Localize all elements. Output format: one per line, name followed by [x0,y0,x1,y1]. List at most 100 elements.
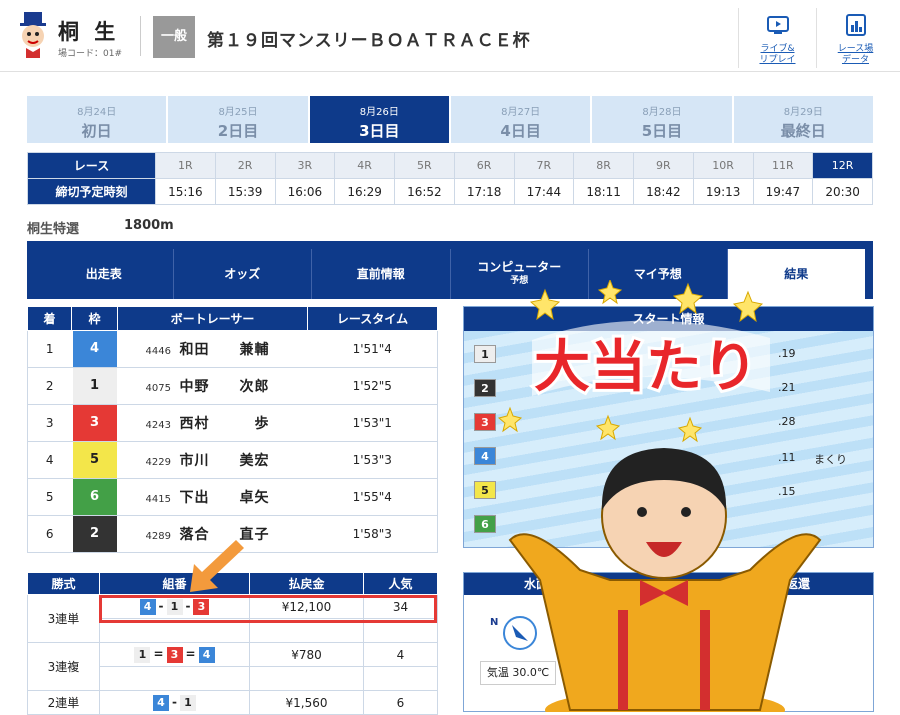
tab-odds[interactable]: オッズ [174,249,312,299]
start-frame-badge: 3 [474,413,496,431]
racer-name[interactable]: 西村 歩 [180,413,280,433]
day-label: 最終日 [780,122,826,140]
stadium-data-button[interactable]: レース場 データ [816,8,894,68]
payout-amount: ¥1,560 [249,690,364,715]
bet-type: 3連複 [27,642,100,691]
table-row: 5 6 4415 下出 卓矢 1'55"4 [27,478,438,516]
payout-amount: ¥780 [249,642,364,667]
day-tab-5[interactable]: 8月28日 5日目 [592,96,732,143]
table-row: 4 5 4229 市川 美宏 1'53"3 [27,441,438,479]
place: 5 [27,478,72,516]
race-series-title: 第１９回マンスリーＢＯＡＴＲＡＣＥ杯 [207,31,531,51]
racer-id: 4289 [145,531,171,542]
data-label-1: レース場 [837,44,874,54]
racer-id: 4446 [145,346,171,357]
place: 3 [27,404,72,442]
day-date: 8月27日 [501,107,541,118]
tab-my-prediction[interactable]: マイ予想 [589,249,728,299]
combination: 4-1 [99,690,250,715]
day-label: 4日目 [500,122,541,140]
col-racer: ボートレーサー [117,306,308,331]
live-label-2: リプレイ [759,55,796,65]
day-tab-3[interactable]: 8月26日 3日目 [309,96,449,143]
race-time: 1'58"3 [307,515,438,553]
compass-north: N [490,617,498,628]
racer-name[interactable]: 市川 美宏 [180,450,280,470]
table-row: 3連複 1 = 3 = 4 ¥780 4 [27,642,438,691]
venue-code: 場コード：01# [58,49,122,59]
combo-badge: 4 [198,646,215,663]
weather-title-text: 水面気象情報 [524,577,597,591]
racer-id: 4415 [145,494,171,505]
divider [140,16,141,56]
tab-sublabel: 予想 [510,276,529,286]
race-8[interactable]: 8R [573,152,634,179]
table-row: 1 4 4446 和田 兼輔 1'51"4 [27,330,438,368]
frame-badge: 1 [72,368,117,404]
day-date: 8月26日 [359,107,399,118]
weather-panel: 水面気象情報 返還 N 気温 30.0℃ [463,572,874,712]
frame-badge: 3 [72,405,117,441]
deadline-row-label: 締切予定時刻 [27,178,156,205]
race-12[interactable]: 12R [812,152,873,179]
racer-id: 4243 [145,420,171,431]
race-distance: 1800m [124,218,174,233]
col-place: 着 [27,306,72,331]
weather-title: 水面気象情報 返還 [464,573,873,595]
racer-id: 4075 [145,383,171,394]
race-info-tabs: 出走表 オッズ 直前情報 コンピューター 予想 マイ予想 結果 [27,241,873,299]
results-table: 着 枠 ボートレーサー レースタイム 1 4 4446 和田 兼輔 1'51"4 … [27,306,438,553]
start-timing: .11 [778,451,796,464]
deadline-time: 18:42 [633,178,694,205]
tab-entry-list[interactable]: 出走表 [35,249,174,299]
racer-name[interactable]: 和田 兼輔 [180,339,280,359]
race-4[interactable]: 4R [334,152,395,179]
day-label: 3日目 [359,122,400,140]
frame-badge: 2 [72,516,117,552]
compass-icon: N [490,616,537,650]
tab-computer-prediction[interactable]: コンピューター 予想 [451,249,589,299]
racer-name[interactable]: 下出 卓矢 [180,487,280,507]
tab-label: マイ予想 [633,267,682,281]
tab-label: オッズ [224,267,261,281]
race-time: 1'51"4 [307,330,438,368]
race-11[interactable]: 11R [752,152,814,179]
popularity: 4 [363,642,438,667]
deadline-time: 16:52 [394,178,455,205]
combo-sep: = [153,646,164,661]
arrow-icon [190,540,244,592]
race-9[interactable]: 9R [633,152,694,179]
mascot-icon [20,12,46,58]
race-6[interactable]: 6R [453,152,515,179]
race-10[interactable]: 10R [692,152,754,179]
tab-pre-race-info[interactable]: 直前情報 [312,249,451,299]
combo-badge: 1 [134,646,151,663]
day-tab-4[interactable]: 8月27日 4日目 [450,96,591,143]
race-5[interactable]: 5R [394,152,455,179]
race-schedule-table: レース 1R 2R 3R 4R 5R 6R 7R 8R 9R 10R 11R 1… [27,152,873,205]
live-replay-button[interactable]: ライブ& リプレイ [738,8,816,68]
tab-label: 直前情報 [356,267,405,281]
day-tab-1[interactable]: 8月24日 初日 [27,96,167,143]
deadline-time: 19:47 [752,178,814,205]
day-tabs: 8月24日 初日 8月25日 2日目 8月26日 3日目 8月27日 4日目 8月28日… [27,96,873,143]
race-time: 1'53"3 [307,441,438,479]
race-7[interactable]: 7R [513,152,575,179]
race-1[interactable]: 1R [155,152,216,179]
tab-label: 出走表 [85,267,122,281]
popularity: 6 [363,690,438,715]
return-label: 返還 [786,577,811,591]
tv-icon [767,16,789,34]
day-label: 2日目 [217,122,259,140]
race-3[interactable]: 3R [274,152,336,179]
kimarite: まくり [814,453,847,466]
day-tab-2[interactable]: 8月25日 2日目 [168,96,308,143]
tab-results[interactable]: 結果 [727,249,865,299]
frame-badge: 4 [72,331,117,367]
combo-badge: 1 [179,694,196,711]
col-frame: 枠 [71,306,118,331]
day-tab-6[interactable]: 8月29日 最終日 [733,96,873,143]
frame-badge: 6 [72,479,117,515]
racer-name[interactable]: 中野 次郎 [180,376,280,396]
race-2[interactable]: 2R [214,152,276,179]
